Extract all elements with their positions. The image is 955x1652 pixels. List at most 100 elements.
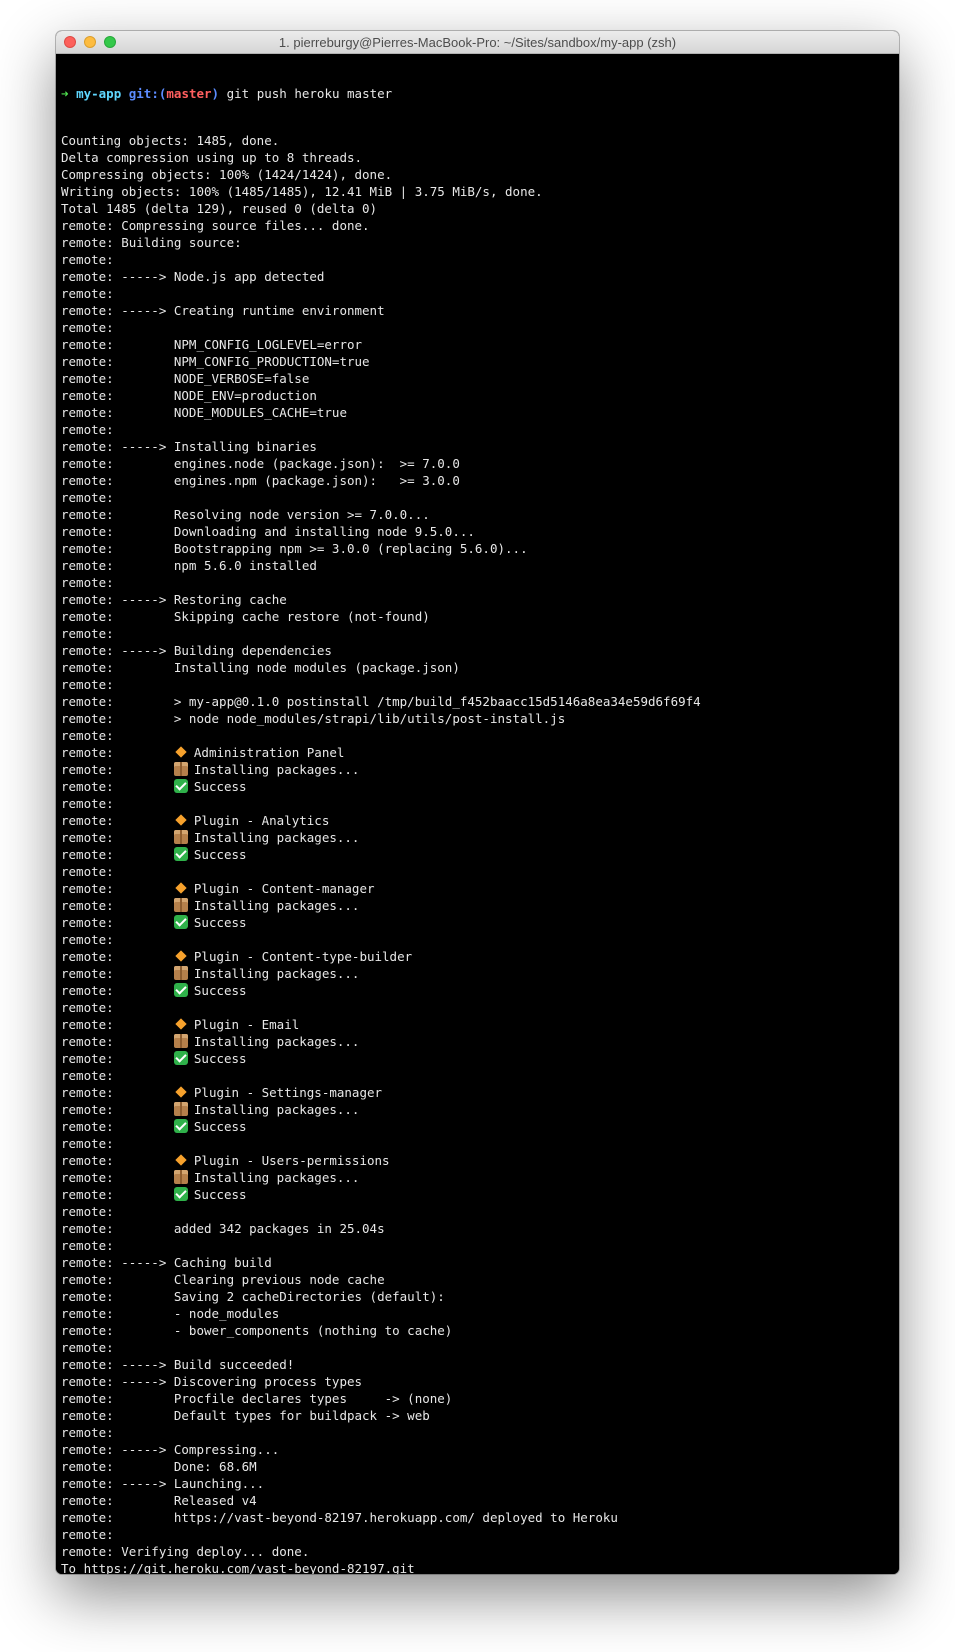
output-line: Compressing objects: 100% (1424/1424), d… [61, 167, 393, 182]
output-line: remote: - bower_components (nothing to c… [61, 1323, 453, 1338]
check-mark-icon [173, 1119, 188, 1133]
output-line-text: Plugin - Settings-manager [193, 1085, 383, 1100]
package-icon [173, 830, 188, 844]
output-line: remote: Verifying deploy... done. [61, 1544, 310, 1559]
output-line: remote: -----> Compressing... [61, 1442, 280, 1457]
output-line: remote: Installing packages... [61, 1033, 894, 1050]
orange-diamond-icon [174, 1017, 188, 1031]
output-line: remote: -----> Caching build [61, 1255, 272, 1270]
output-line: remote: [61, 1425, 114, 1440]
output-line: remote: -----> Building dependencies [61, 643, 332, 658]
output-line: remote: Plugin - Users-permissions [61, 1152, 894, 1169]
output-line: remote: Procfile declares types -> (none… [61, 1391, 453, 1406]
command-output: Counting objects: 1485, done. Delta compr… [61, 132, 894, 1574]
check-mark-icon [173, 779, 188, 793]
output-line: To https://git.heroku.com/vast-beyond-82… [61, 1561, 415, 1574]
output-line: remote: Saving 2 cacheDirectories (defau… [61, 1289, 445, 1304]
output-line: remote: Installing packages... [61, 829, 894, 846]
output-line-text: Success [193, 1187, 247, 1202]
check-mark-icon [173, 1187, 188, 1201]
terminal-output[interactable]: ➜ my-app git:(master) git push heroku ma… [56, 54, 899, 1574]
output-line: remote: Default types for buildpack -> w… [61, 1408, 430, 1423]
output-line-prefix: remote: [61, 1187, 174, 1202]
output-line-prefix: remote: [61, 847, 174, 862]
check-mark-icon [173, 983, 188, 997]
output-line: remote: -----> Creating runtime environm… [61, 303, 385, 318]
output-line-text: Success [193, 915, 247, 930]
output-line-prefix: remote: [61, 1051, 174, 1066]
output-line: remote: [61, 422, 114, 437]
orange-diamond-icon [174, 745, 188, 759]
check-mark-icon [173, 915, 188, 929]
package-icon [173, 762, 188, 776]
prompt-git-prefix: git:( [128, 86, 167, 101]
output-line: remote: Installing packages... [61, 1169, 894, 1186]
output-line-text: Installing packages... [193, 898, 360, 913]
orange-diamond-icon [174, 1085, 188, 1099]
check-mark-icon [173, 1051, 188, 1065]
output-line: remote: Bootstrapping npm >= 3.0.0 (repl… [61, 541, 528, 556]
output-line: remote: Installing packages... [61, 1101, 894, 1118]
output-line: remote: [61, 575, 114, 590]
output-line-text: Plugin - Content-manager [193, 881, 375, 896]
output-line: remote: [61, 1204, 114, 1219]
prompt-arrow: ➜ [61, 86, 69, 101]
output-line: remote: Installing packages... [61, 897, 894, 914]
output-line-prefix: remote: [61, 1170, 174, 1185]
output-line-text: Administration Panel [193, 745, 345, 760]
output-line: remote: Success [61, 778, 894, 795]
prompt-line: ➜ my-app git:(master) git push heroku ma… [61, 85, 894, 102]
output-line-prefix: remote: [61, 983, 174, 998]
output-line-text: Plugin - Content-type-builder [193, 949, 413, 964]
output-line: remote: [61, 1340, 114, 1355]
output-line: remote: Success [61, 914, 894, 931]
output-line-text: Success [193, 1119, 247, 1134]
output-line: remote: Skipping cache restore (not-foun… [61, 609, 430, 624]
output-line: remote: Compressing source files... done… [61, 218, 370, 233]
prompt-directory: my-app [76, 86, 122, 101]
title-bar[interactable]: 1. pierreburgy@Pierres-MacBook-Pro: ~/Si… [56, 31, 899, 54]
package-icon [173, 1034, 188, 1048]
output-line: Total 1485 (delta 129), reused 0 (delta … [61, 201, 378, 216]
output-line: remote: engines.npm (package.json): >= 3… [61, 473, 460, 488]
output-line-text: Plugin - Email [193, 1017, 300, 1032]
output-line: remote: -----> Node.js app detected [61, 269, 325, 284]
output-line: remote: Plugin - Content-type-builder [61, 948, 894, 965]
output-line: remote: [61, 932, 114, 947]
package-icon [173, 1102, 188, 1116]
output-line-text: Success [193, 779, 247, 794]
output-line-prefix: remote: [61, 881, 174, 896]
output-line-text: Success [193, 847, 247, 862]
output-line-prefix: remote: [61, 1153, 174, 1168]
output-line: Delta compression using up to 8 threads. [61, 150, 363, 165]
output-line: remote: Released v4 [61, 1493, 257, 1508]
orange-diamond-icon [174, 813, 188, 827]
output-line: remote: https://vast-beyond-82197.heroku… [61, 1510, 618, 1525]
output-line: remote: NODE_MODULES_CACHE=true [61, 405, 347, 420]
output-line-text: Installing packages... [193, 1170, 360, 1185]
output-line: remote: -----> Installing binaries [61, 439, 317, 454]
package-icon [173, 1170, 188, 1184]
output-line: remote: NPM_CONFIG_PRODUCTION=true [61, 354, 370, 369]
output-line: remote: Plugin - Analytics [61, 812, 894, 829]
output-line: remote: Success [61, 1186, 894, 1203]
output-line-prefix: remote: [61, 949, 174, 964]
output-line-prefix: remote: [61, 1017, 174, 1032]
output-line: remote: Success [61, 1050, 894, 1067]
output-line: remote: [61, 320, 114, 335]
output-line: remote: Plugin - Email [61, 1016, 894, 1033]
output-line: remote: NODE_VERBOSE=false [61, 371, 310, 386]
output-line: remote: Success [61, 1118, 894, 1135]
output-line-text: Installing packages... [193, 830, 360, 845]
output-line: remote: - node_modules [61, 1306, 280, 1321]
output-line: remote: [61, 1238, 114, 1253]
output-line: remote: > my-app@0.1.0 postinstall /tmp/… [61, 694, 701, 709]
output-line: remote: > node node_modules/strapi/lib/u… [61, 711, 566, 726]
output-line: remote: [61, 1000, 114, 1015]
output-line-prefix: remote: [61, 762, 174, 777]
output-line: remote: -----> Discovering process types [61, 1374, 363, 1389]
output-line: remote: -----> Restoring cache [61, 592, 287, 607]
output-line: remote: NPM_CONFIG_LOGLEVEL=error [61, 337, 363, 352]
terminal-window: 1. pierreburgy@Pierres-MacBook-Pro: ~/Si… [56, 31, 899, 1574]
output-line-text: Installing packages... [193, 966, 360, 981]
